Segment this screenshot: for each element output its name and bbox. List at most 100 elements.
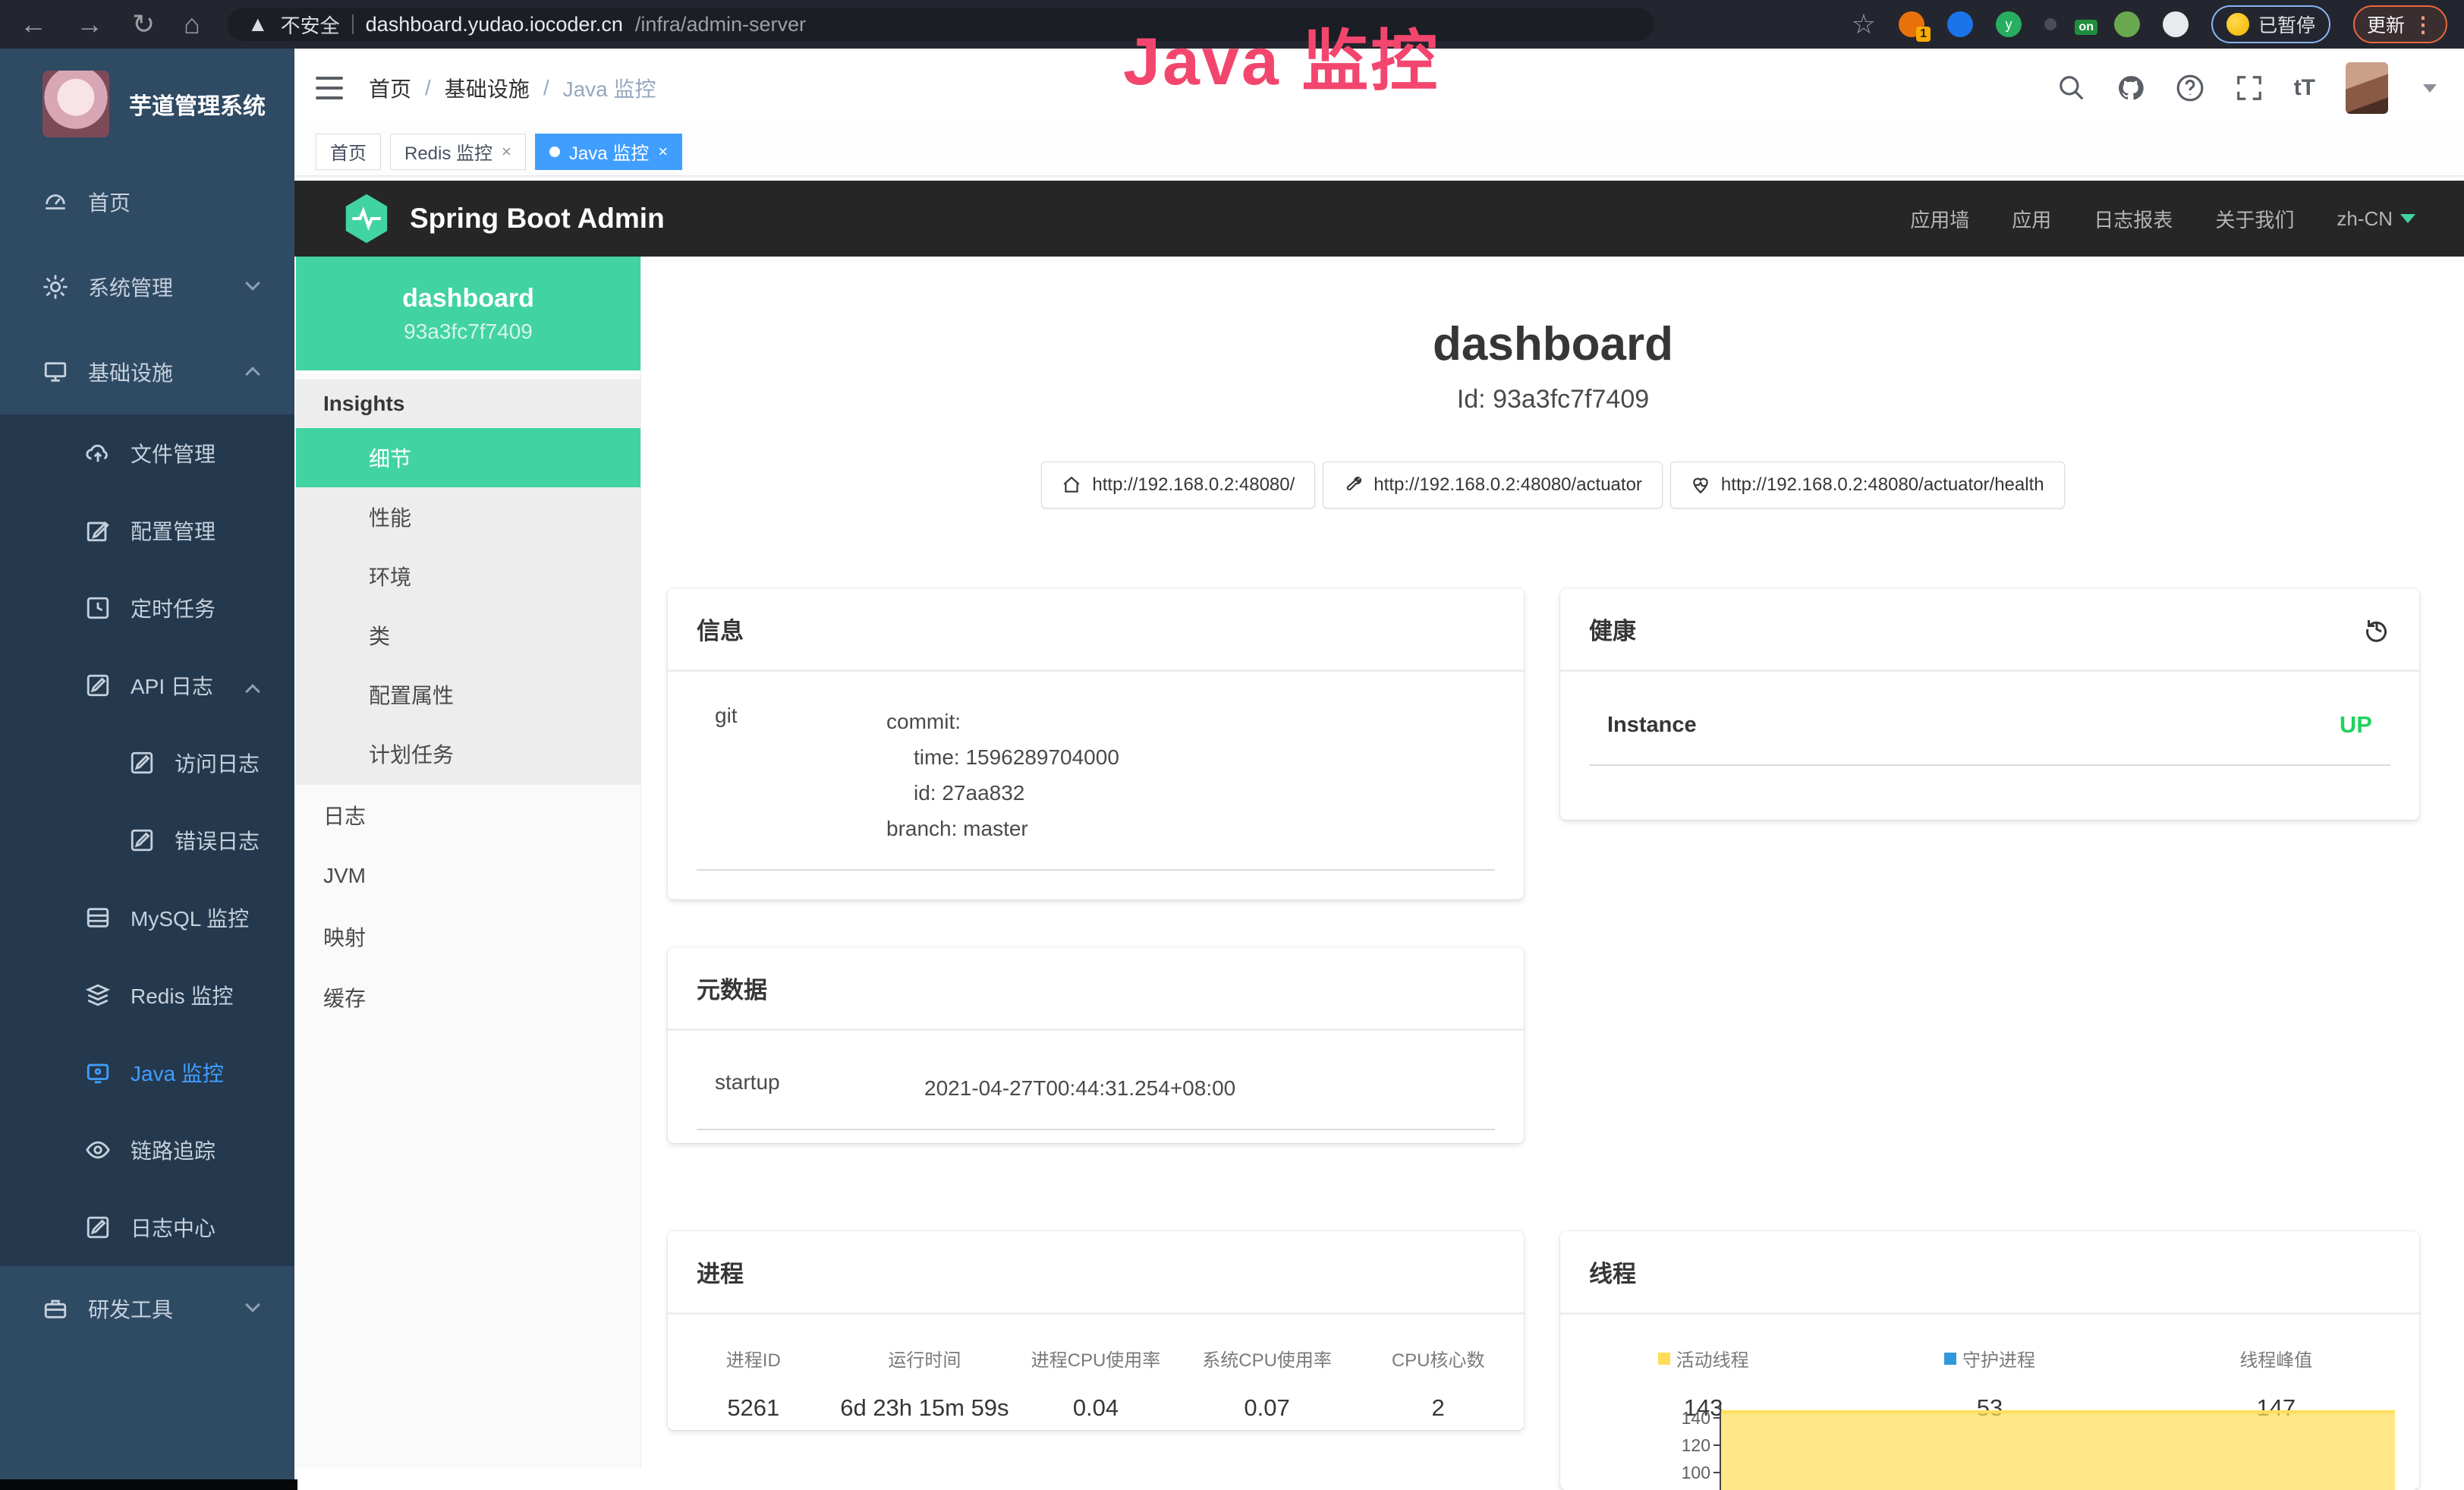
layers-icon xyxy=(85,982,111,1008)
browser-reload-icon[interactable]: ↻ xyxy=(132,11,155,38)
browser-back-icon[interactable]: ← xyxy=(20,11,47,38)
sba-item-classes[interactable]: 类 xyxy=(296,606,640,665)
health-url-button[interactable]: http://192.168.0.2:48080/actuator/health xyxy=(1670,461,2065,509)
sba-item-jvm[interactable]: JVM xyxy=(296,846,640,906)
fullscreen-icon[interactable] xyxy=(2235,74,2264,102)
extension-pin-icon[interactable] xyxy=(1947,11,1973,37)
heartbeat-icon xyxy=(1691,475,1710,495)
address-bar[interactable]: ▲ 不安全 dashboard.yudao.iocoder.cn /infra/… xyxy=(228,8,1654,41)
profile-paused-chip[interactable]: 已暂停 xyxy=(2211,5,2330,43)
user-avatar[interactable] xyxy=(2346,62,2388,114)
browser-extensions-area: ☆ 1 y on 已暂停 更新 ⋮ xyxy=(1852,5,2464,43)
tab-redis-monitor[interactable]: Redis 监控 × xyxy=(390,134,526,170)
sba-item-environment[interactable]: 环境 xyxy=(296,547,640,606)
sidebar-item-infrastructure[interactable]: 基础设施 xyxy=(0,329,294,414)
health-instance-row: Instance UP xyxy=(1589,711,2390,766)
service-url-button[interactable]: http://192.168.0.2:48080/ xyxy=(1041,461,1315,509)
close-icon[interactable]: × xyxy=(502,142,511,162)
sba-item-metrics[interactable]: 性能 xyxy=(296,487,640,547)
browser-forward-icon[interactable]: → xyxy=(76,11,103,38)
extension-puzzle-icon[interactable] xyxy=(2163,11,2189,37)
info-git-row: git commit: time: 1596289704000 id: 27aa… xyxy=(697,704,1495,871)
extension-leaf-icon[interactable] xyxy=(2114,11,2140,37)
bookmark-star-icon[interactable]: ☆ xyxy=(1852,8,1876,40)
sidebar-item-config-mgmt[interactable]: 配置管理 xyxy=(0,492,294,569)
url-host: dashboard.yudao.iocoder.cn xyxy=(366,13,623,36)
sba-title[interactable]: Spring Boot Admin xyxy=(410,203,665,235)
chrome-update-button[interactable]: 更新 ⋮ xyxy=(2353,5,2447,43)
spring-boot-admin-logo xyxy=(343,193,390,244)
sidebar-item-scheduled-jobs[interactable]: 定时任务 xyxy=(0,569,294,647)
sba-section-insights: Insights xyxy=(296,380,640,428)
history-icon[interactable] xyxy=(2363,616,2390,643)
startup-value: 2021-04-27T00:44:31.254+08:00 xyxy=(924,1070,1235,1106)
tab-java-monitor[interactable]: Java 监控 × xyxy=(535,134,682,170)
instance-links: http://192.168.0.2:48080/ http://192.168… xyxy=(642,461,2464,509)
close-icon[interactable]: × xyxy=(658,142,668,162)
sba-item-config-props[interactable]: 配置属性 xyxy=(296,665,640,724)
breadcrumb-home[interactable]: 首页 xyxy=(369,73,411,103)
sba-item-mappings[interactable]: 映射 xyxy=(296,906,640,967)
extension-y-icon[interactable]: y xyxy=(1996,11,2022,37)
chevron-down-icon xyxy=(2400,214,2415,223)
legend-yellow-swatch xyxy=(1658,1353,1670,1365)
sidebar-item-dev-tools[interactable]: 研发工具 xyxy=(0,1266,294,1351)
process-card-title: 进程 xyxy=(668,1231,1524,1315)
chevron-down-icon xyxy=(245,276,260,291)
info-card: 信息 git commit: time: 1596289704000 id: 2… xyxy=(668,588,1524,899)
sidebar-item-access-log[interactable]: 访问日志 xyxy=(0,724,294,802)
breadcrumb-infrastructure[interactable]: 基础设施 xyxy=(445,73,530,103)
search-icon[interactable] xyxy=(2057,74,2086,102)
actuator-url-button[interactable]: http://192.168.0.2:48080/actuator xyxy=(1323,461,1663,509)
metadata-card-title: 元数据 xyxy=(668,947,1524,1031)
github-icon[interactable] xyxy=(2116,74,2145,102)
sba-item-details[interactable]: 细节 xyxy=(296,428,640,487)
sba-nav-about[interactable]: 关于我们 xyxy=(2215,205,2294,233)
sba-item-scheduled-tasks[interactable]: 计划任务 xyxy=(296,724,640,783)
sba-item-logfile[interactable]: 日志 xyxy=(296,785,640,846)
sidebar-item-redis-monitor[interactable]: Redis 监控 xyxy=(0,956,294,1034)
sba-nav-journal[interactable]: 日志报表 xyxy=(2094,205,2173,233)
sidebar-item-mysql-monitor[interactable]: MySQL 监控 xyxy=(0,879,294,956)
sidebar-submenu-infrastructure: 文件管理 配置管理 定时任务 API 日志 访问日志 错误日志 xyxy=(0,414,294,1266)
chevron-up-icon xyxy=(245,684,260,699)
sba-insights-group: Insights 细节 性能 环境 类 配置属性 计划任务 xyxy=(296,380,640,785)
sidebar-item-log-center[interactable]: 日志中心 xyxy=(0,1189,294,1266)
user-menu-caret-icon[interactable] xyxy=(2423,84,2437,93)
sba-sidebar: dashboard 93a3fc7f7409 Insights 细节 性能 环境… xyxy=(296,257,641,1469)
sidebar-item-tracing[interactable]: 链路追踪 xyxy=(0,1111,294,1189)
tab-home[interactable]: 首页 xyxy=(316,134,381,170)
process-stats: 进程ID 5261 运行时间 6d 23h 15m 59s 进程CPU使用率 0… xyxy=(668,1345,1524,1422)
sidebar-item-file-mgmt[interactable]: 文件管理 xyxy=(0,414,294,492)
security-warning-icon: ▲ xyxy=(247,14,269,35)
threads-card: 线程 活动线程 143 守护进程 53 线程峰值 147 140 120 xyxy=(1560,1231,2419,1490)
sba-nav-wallboard[interactable]: 应用墙 xyxy=(1910,205,1969,233)
update-label: 更新 xyxy=(2367,11,2405,38)
health-card-title: 健康 xyxy=(1589,612,1636,646)
active-tab-dot xyxy=(549,146,560,157)
chevron-down-icon xyxy=(245,1297,260,1312)
sidebar-item-system-mgmt[interactable]: 系统管理 xyxy=(0,244,294,329)
browser-home-icon[interactable]: ⌂ xyxy=(184,11,200,38)
sidebar-item-api-log[interactable]: API 日志 xyxy=(0,647,294,724)
sba-item-caches[interactable]: 缓存 xyxy=(296,967,640,1028)
cloud-upload-icon xyxy=(85,440,111,466)
browser-menu-icon[interactable]: ⋮ xyxy=(2412,12,2434,37)
extension-grid-icon[interactable] xyxy=(2044,18,2056,30)
sidebar-collapse-icon[interactable] xyxy=(316,77,343,99)
sba-language-select[interactable]: zh-CN xyxy=(2337,207,2415,231)
extension-update-icon[interactable]: 1 xyxy=(1899,11,1924,37)
sidebar-logo[interactable]: 芋道管理系统 xyxy=(0,49,294,159)
help-icon[interactable] xyxy=(2176,74,2204,102)
process-uptime: 运行时间 6d 23h 15m 59s xyxy=(839,1345,1011,1422)
extension-on-icon[interactable]: on xyxy=(2079,18,2091,30)
sba-app-header[interactable]: dashboard 93a3fc7f7409 xyxy=(296,257,640,370)
font-size-icon[interactable]: tT xyxy=(2294,75,2315,101)
cpu-cores: CPU核心数 2 xyxy=(1352,1345,1524,1422)
briefcase-icon xyxy=(42,1296,68,1321)
sba-nav-applications[interactable]: 应用 xyxy=(2012,205,2051,233)
sidebar-item-home[interactable]: 首页 xyxy=(0,159,294,244)
sidebar-item-java-monitor[interactable]: Java 监控 xyxy=(0,1034,294,1111)
tags-view-bar: 首页 Redis 监控 × Java 监控 × xyxy=(294,128,2464,176)
sidebar-item-error-log[interactable]: 错误日志 xyxy=(0,802,294,879)
